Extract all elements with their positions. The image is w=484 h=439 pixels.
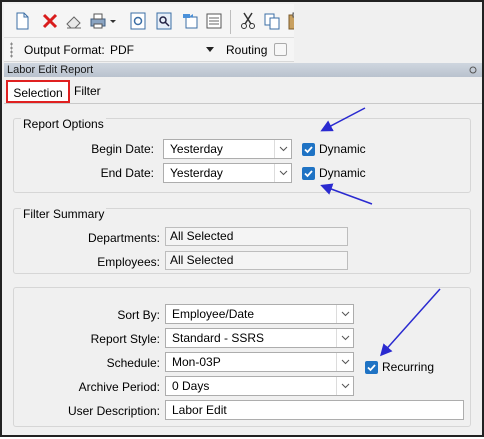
begin-date-value: Yesterday: [170, 142, 223, 156]
archive-period-value: 0 Days: [172, 379, 210, 393]
new-document-icon[interactable]: [12, 11, 32, 31]
report-style-select[interactable]: Standard - SSRS: [165, 328, 354, 348]
chevron-down-icon[interactable]: [336, 305, 353, 323]
toolbar-separator: [230, 10, 231, 34]
report-style-label: Report Style:: [90, 332, 160, 346]
end-date-value: Yesterday: [170, 166, 223, 180]
report-title: Labor Edit Report: [7, 64, 94, 76]
report-title-bar: Labor Edit Report: [4, 63, 482, 77]
chevron-down-icon[interactable]: [336, 329, 353, 347]
paste-icon[interactable]: [286, 11, 294, 31]
departments-label: Departments:: [87, 231, 160, 245]
departments-field[interactable]: All Selected: [165, 227, 348, 246]
begin-date-select[interactable]: Yesterday: [163, 139, 292, 159]
report-tabs: Selection Filter: [4, 80, 482, 104]
begin-date-label: Begin Date:: [91, 142, 154, 156]
print-dropdown-icon[interactable]: [108, 11, 118, 31]
report-options-title: Report Options: [21, 117, 106, 131]
begin-dynamic-checkbox[interactable]: [302, 143, 315, 156]
employees-field[interactable]: All Selected: [165, 251, 348, 270]
report-options-group: Report Options Begin Date: Yesterday Dyn…: [13, 117, 471, 193]
schedule-select[interactable]: Mon-03P: [165, 352, 354, 372]
filter-summary-title: Filter Summary: [21, 207, 107, 221]
sort-by-value: Employee/Date: [172, 307, 255, 321]
pin-icon[interactable]: [468, 65, 478, 75]
output-format-bar: Output Format: PDF Routing: [4, 38, 294, 62]
end-dynamic-label: Dynamic: [319, 166, 366, 180]
begin-dynamic-label: Dynamic: [319, 142, 366, 156]
user-description-label: User Description:: [67, 404, 160, 418]
chevron-down-icon[interactable]: [274, 140, 291, 158]
delete-x-icon[interactable]: [40, 11, 60, 31]
output-format-select[interactable]: PDF: [110, 43, 134, 57]
report-style-value: Standard - SSRS: [172, 331, 265, 345]
cut-icon[interactable]: [238, 11, 258, 31]
report-settings-group: Sort By: Employee/Date Report Style: Sta…: [13, 287, 471, 427]
routing-checkbox[interactable]: [274, 43, 287, 56]
report-window: Output Format: PDF Routing Labor Edit Re…: [0, 0, 484, 437]
chevron-down-icon[interactable]: [205, 44, 215, 54]
eraser-icon[interactable]: [64, 11, 84, 31]
chevron-down-icon[interactable]: [336, 377, 353, 395]
archive-period-label: Archive Period:: [78, 380, 160, 394]
output-format-label: Output Format:: [24, 43, 105, 57]
tab-filter[interactable]: Filter: [72, 80, 106, 103]
chevron-down-icon[interactable]: [274, 164, 291, 182]
sort-by-label: Sort By:: [117, 308, 160, 322]
schedule-label: Schedule:: [106, 356, 160, 370]
grip-handle[interactable]: [10, 42, 13, 58]
import-icon[interactable]: [204, 11, 224, 31]
employees-label: Employees:: [97, 255, 160, 269]
recurring-label: Recurring: [382, 360, 435, 374]
routing-label: Routing: [226, 43, 268, 57]
export-icon[interactable]: [180, 11, 200, 31]
toolbar: [4, 4, 294, 38]
search-icon[interactable]: [154, 11, 174, 31]
archive-period-select[interactable]: 0 Days: [165, 376, 354, 396]
recurring-checkbox[interactable]: [365, 361, 378, 374]
print-icon[interactable]: [88, 11, 108, 31]
filter-summary-group: Filter Summary Departments: All Selected…: [13, 207, 471, 274]
sort-by-select[interactable]: Employee/Date: [165, 304, 354, 324]
user-description-input[interactable]: Labor Edit: [165, 400, 464, 420]
tab-selection[interactable]: Selection: [6, 80, 70, 103]
end-date-select[interactable]: Yesterday: [163, 163, 292, 183]
end-date-label: End Date:: [100, 166, 154, 180]
schedule-value: Mon-03P: [172, 355, 221, 369]
preview-icon[interactable]: [128, 11, 148, 31]
chevron-down-icon[interactable]: [336, 353, 353, 371]
copy-icon[interactable]: [262, 11, 282, 31]
end-dynamic-checkbox[interactable]: [302, 167, 315, 180]
